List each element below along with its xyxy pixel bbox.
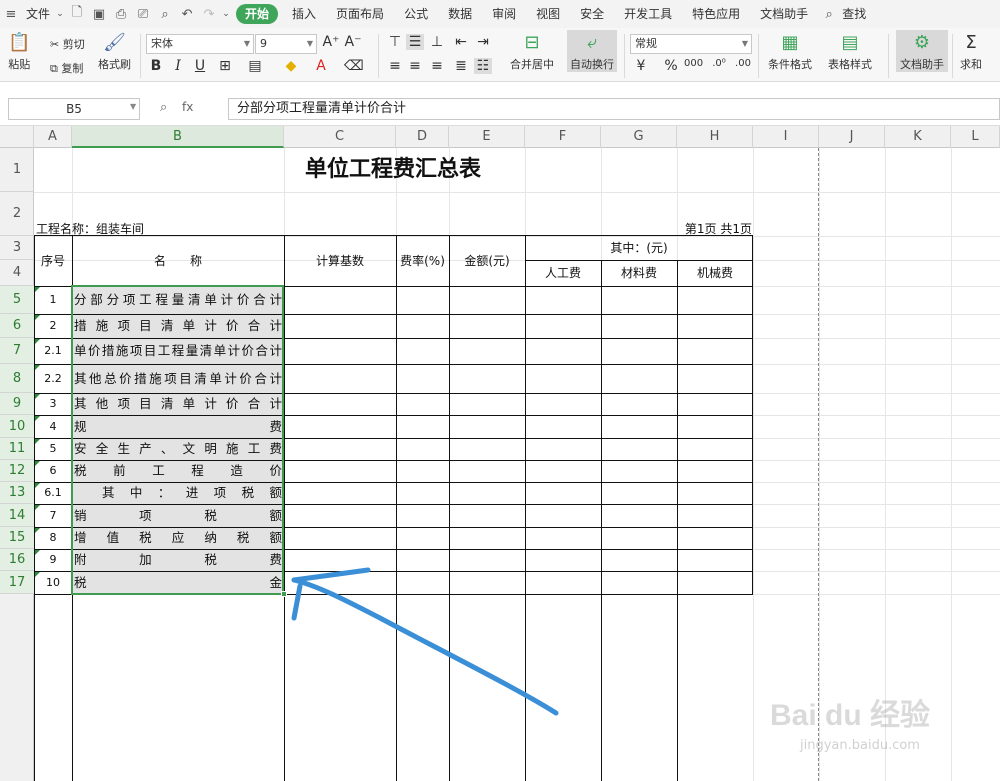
spreadsheet-app: ≡ 文件 ⌄ 🗋 ▣ ⎙ ⎚ ⌕ ↶ ↷ ⌄ 开始 插入 页面布局 公式 数据 …	[0, 0, 1000, 781]
watermark-url: jingyan.baidu.com	[800, 738, 920, 753]
watermark-brand: Bai du 经验	[770, 699, 931, 732]
annotation-arrow	[291, 567, 559, 716]
